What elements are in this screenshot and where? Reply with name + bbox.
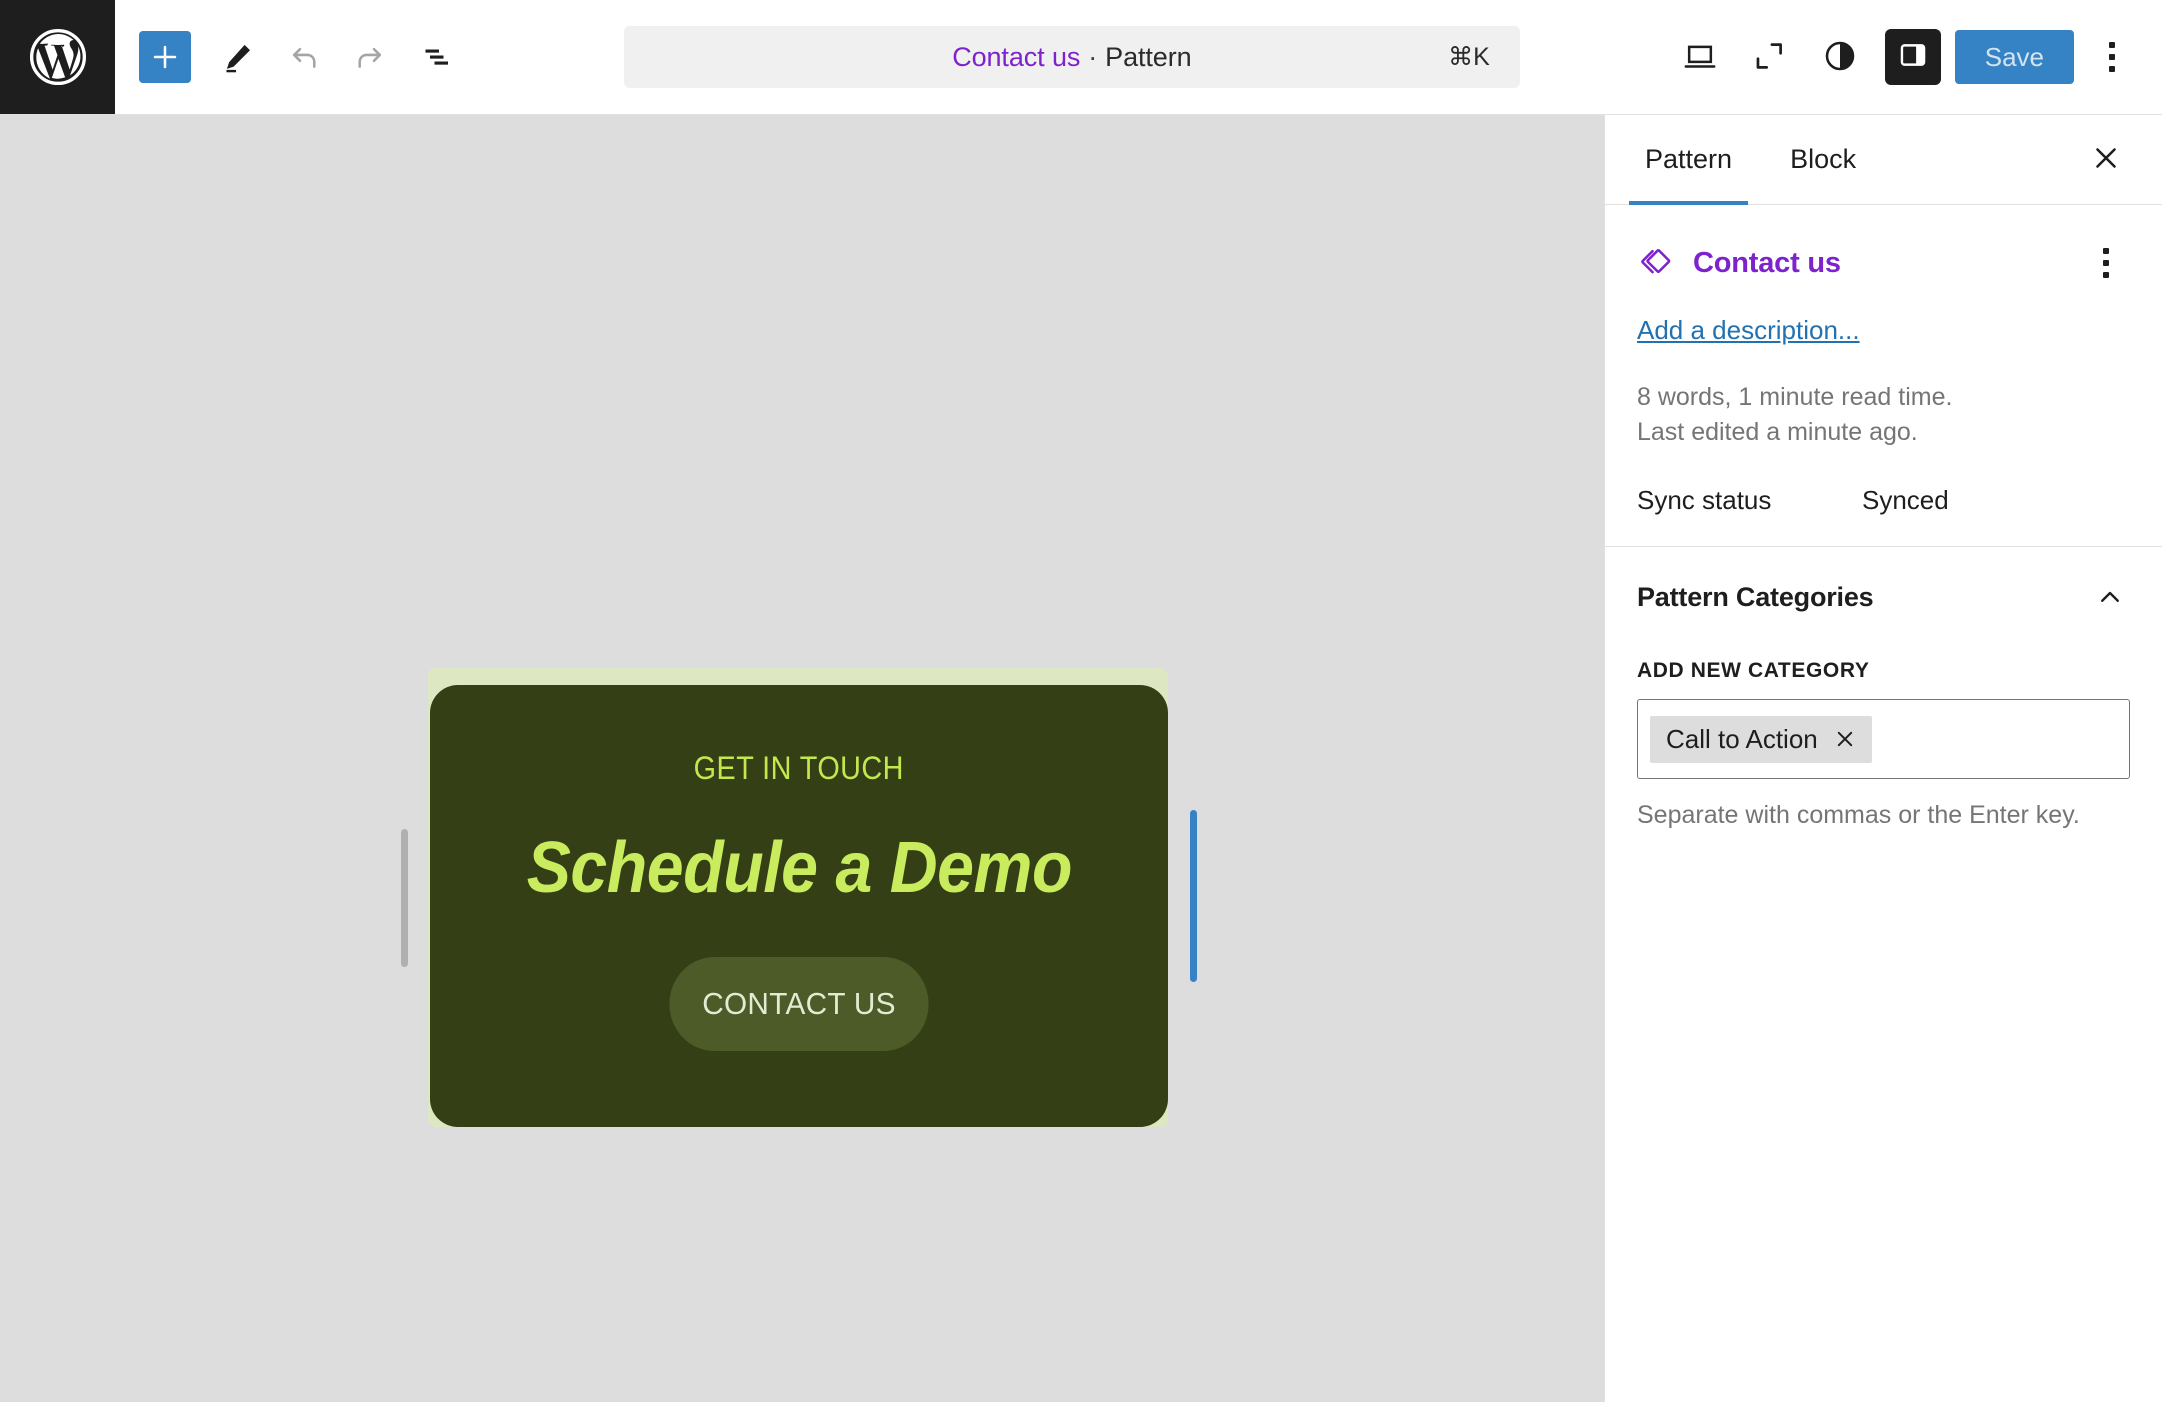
editor-options-button[interactable]	[2080, 24, 2144, 90]
command-bar-separator: ·	[1080, 42, 1105, 73]
header-right-toolbar: Save	[1665, 24, 2162, 90]
word-count-text: 8 words, 1 minute read time.	[1637, 380, 2130, 415]
cta-card-block[interactable]: GET IN TOUCH Schedule a Demo CONTACT US	[430, 685, 1168, 1127]
kebab-menu-icon	[2103, 248, 2109, 278]
styles-contrast-icon	[1821, 37, 1859, 78]
command-bar[interactable]: Contact us · Pattern ⌘K	[624, 26, 1520, 88]
categories-help-text: Separate with commas or the Enter key.	[1637, 801, 2130, 830]
category-token[interactable]: Call to Action	[1650, 716, 1872, 763]
add-new-category-label: ADD NEW CATEGORY	[1637, 659, 2130, 683]
block-drop-indicator	[1190, 810, 1197, 982]
pattern-categories-title: Pattern Categories	[1637, 582, 1873, 613]
undo-arrow-icon	[285, 38, 323, 76]
close-icon	[2090, 142, 2122, 177]
wordpress-site-editor: Contact us · Pattern ⌘K	[0, 0, 2162, 1402]
chevron-up-icon	[2090, 577, 2130, 617]
wordpress-logo-icon	[27, 26, 89, 88]
wordpress-logo-button[interactable]	[0, 0, 115, 114]
cta-heading-text[interactable]: Schedule a Demo	[526, 827, 1071, 909]
pattern-diamond-icon	[1637, 242, 1675, 285]
sync-status-value[interactable]: Synced	[1862, 485, 1949, 516]
sidebar-tabs: Pattern Block	[1605, 115, 2162, 205]
zoom-out-button[interactable]	[1735, 24, 1805, 90]
pattern-categories-panel: Pattern Categories ADD NEW CATEGORY Call…	[1605, 547, 2162, 870]
header-left-toolbar	[115, 24, 469, 90]
command-bar-shortcut: ⌘K	[1448, 42, 1490, 72]
command-bar-wrapper: Contact us · Pattern ⌘K	[469, 26, 1665, 88]
zoom-out-icon	[1751, 37, 1789, 78]
cta-eyebrow-text[interactable]: GET IN TOUCH	[694, 750, 904, 787]
list-view-button[interactable]	[403, 24, 469, 90]
sync-status-row: Sync status Synced	[1637, 485, 2130, 516]
block-inserter-button[interactable]	[139, 31, 191, 83]
desktop-view-icon	[1680, 36, 1720, 79]
editor-body: GET IN TOUCH Schedule a Demo CONTACT US …	[0, 115, 2162, 1402]
editor-canvas[interactable]: GET IN TOUCH Schedule a Demo CONTACT US	[0, 115, 1604, 1402]
redo-arrow-icon	[351, 38, 389, 76]
remove-category-icon[interactable]	[1832, 726, 1858, 752]
pencil-edit-icon	[220, 39, 256, 75]
settings-sidebar-toggle[interactable]	[1885, 29, 1941, 85]
device-preview-button[interactable]	[1665, 24, 1735, 90]
pattern-name: Contact us	[1693, 247, 1841, 280]
last-edited-text: Last edited a minute ago.	[1637, 415, 2130, 450]
command-bar-type: Pattern	[1105, 42, 1191, 73]
command-bar-label: Contact us · Pattern	[952, 42, 1191, 73]
save-button[interactable]: Save	[1955, 30, 2074, 84]
sync-status-label: Sync status	[1637, 485, 1862, 516]
list-view-icon	[418, 39, 454, 75]
settings-sidebar: Pattern Block	[1604, 115, 2162, 1402]
pattern-actions-button[interactable]	[2082, 239, 2130, 287]
plus-icon	[149, 41, 181, 73]
undo-button[interactable]	[271, 24, 337, 90]
pattern-title-row: Contact us	[1637, 239, 2130, 287]
add-description-link[interactable]: Add a description...	[1637, 315, 2130, 346]
kebab-menu-icon	[2109, 42, 2115, 72]
close-sidebar-button[interactable]	[2078, 132, 2134, 188]
contact-us-button[interactable]: CONTACT US	[669, 957, 928, 1051]
pattern-categories-input[interactable]: Call to Action	[1637, 699, 2130, 779]
pattern-meta: 8 words, 1 minute read time. Last edited…	[1637, 380, 2130, 449]
settings-sidebar-icon	[1896, 38, 1930, 77]
category-token-label: Call to Action	[1666, 724, 1818, 755]
pattern-categories-header[interactable]: Pattern Categories	[1637, 577, 2130, 617]
command-bar-title: Contact us	[952, 42, 1080, 73]
tab-pattern[interactable]: Pattern	[1637, 115, 1740, 204]
edit-tool-button[interactable]	[205, 24, 271, 90]
block-drag-handle[interactable]	[401, 829, 408, 967]
pattern-summary-section: Contact us Add a description... 8 words,…	[1605, 205, 2162, 547]
tab-block[interactable]: Block	[1782, 115, 1864, 204]
redo-button[interactable]	[337, 24, 403, 90]
editor-header: Contact us · Pattern ⌘K	[0, 0, 2162, 115]
styles-button[interactable]	[1805, 24, 1875, 90]
